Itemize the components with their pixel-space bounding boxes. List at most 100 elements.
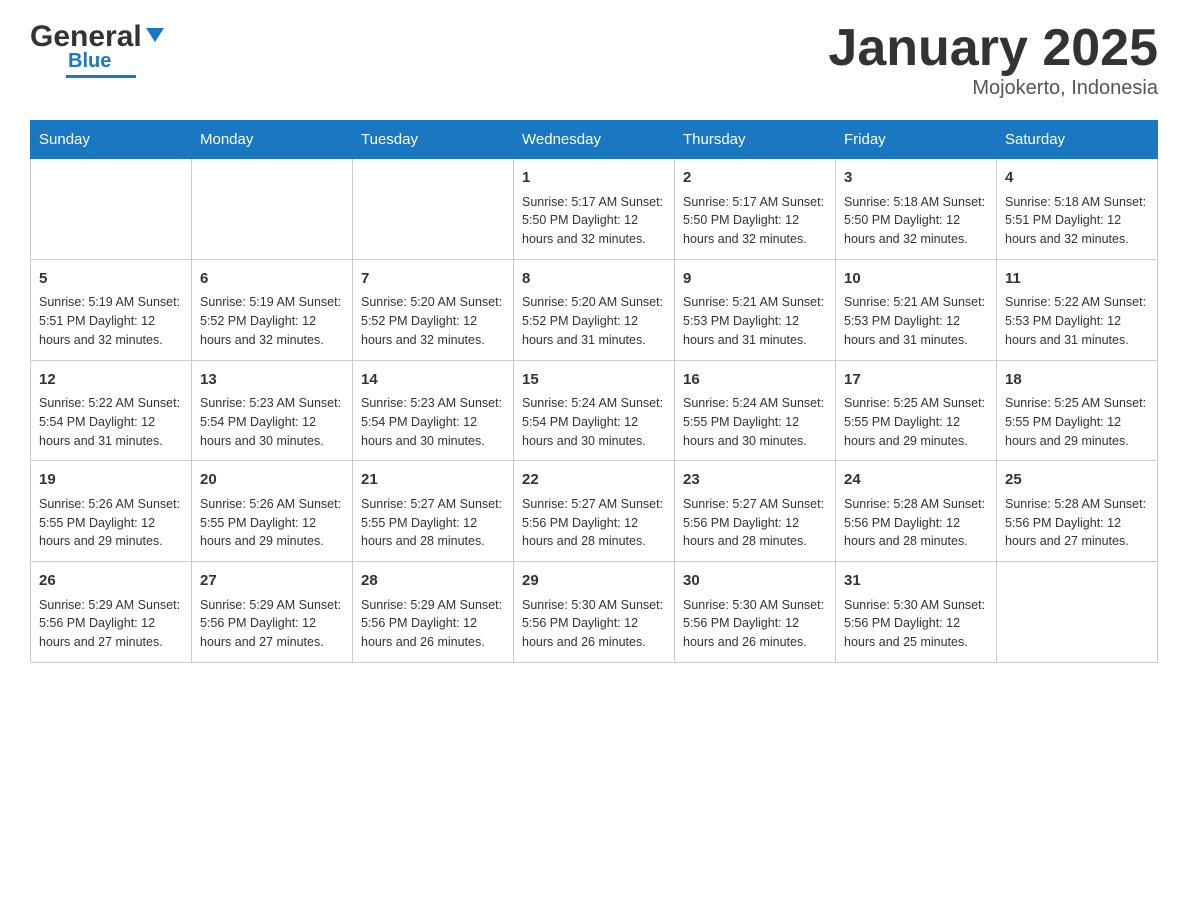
day-number: 27 [200, 570, 344, 593]
calendar-day-cell: 17Sunrise: 5:25 AM Sunset: 5:55 PM Dayli… [836, 360, 997, 461]
calendar-day-cell: 23 Sunrise: 5:27 AM Sunset: 5:56 PM Dayli… [675, 461, 836, 562]
day-number: 31 [844, 570, 988, 593]
day-info: Sunrise: 5:18 AM Sunset: 5:51 PM Dayligh… [1005, 193, 1149, 249]
day-info: Sunrise: 5:29 AM Sunset: 5:56 PM Dayligh… [361, 596, 505, 652]
calendar-day-cell: 26Sunrise: 5:29 AM Sunset: 5:56 PM Dayli… [31, 562, 192, 663]
day-number: 9 [683, 268, 827, 291]
day-info: Sunrise: 5:21 AM Sunset: 5:53 PM Dayligh… [683, 293, 827, 349]
calendar-day-cell: 5Sunrise: 5:19 AM Sunset: 5:51 PM Daylig… [31, 259, 192, 360]
calendar-day-cell: 22 Sunrise: 5:27 AM Sunset: 5:56 PM Dayli… [514, 461, 675, 562]
day-info: Sunrise: 5:30 AM Sunset: 5:56 PM Dayligh… [683, 596, 827, 652]
day-number: 26 [39, 570, 183, 593]
day-info: Sunrise: 5:26 AM Sunset: 5:55 PM Dayligh… [200, 495, 344, 551]
day-info: Sunrise: 5:29 AM Sunset: 5:56 PM Dayligh… [200, 596, 344, 652]
logo-blue-text: Blue [32, 50, 111, 73]
day-info: Sunrise: 5:28 AM Sunset: 5:56 PM Dayligh… [844, 495, 988, 551]
day-number: 5 [39, 268, 183, 291]
logo-general-text: General [30, 20, 142, 54]
calendar-day-cell: 19 Sunrise: 5:26 AM Sunset: 5:55 PM Dayli… [31, 461, 192, 562]
logo-arrow-icon [144, 24, 166, 51]
day-number: 15 [522, 369, 666, 392]
day-info: Sunrise: 5:22 AM Sunset: 5:54 PM Dayligh… [39, 394, 183, 450]
day-number: 19 [39, 469, 183, 492]
calendar-day-cell: 2 Sunrise: 5:17 AM Sunset: 5:50 PM Daylig… [675, 159, 836, 260]
day-number: 23 [683, 469, 827, 492]
day-info: Sunrise: 5:17 AM Sunset: 5:50 PM Dayligh… [522, 193, 666, 249]
page-header: General Blue January 2025 Mojokerto, Ind… [30, 20, 1158, 100]
calendar-day-header: Friday [836, 121, 997, 159]
day-info: Sunrise: 5:30 AM Sunset: 5:56 PM Dayligh… [522, 596, 666, 652]
calendar-day-cell: 6Sunrise: 5:19 AM Sunset: 5:52 PM Daylig… [192, 259, 353, 360]
day-number: 16 [683, 369, 827, 392]
calendar-day-cell: 4 Sunrise: 5:18 AM Sunset: 5:51 PM Daylig… [997, 159, 1158, 260]
calendar-day-cell [31, 159, 192, 260]
day-info: Sunrise: 5:18 AM Sunset: 5:50 PM Dayligh… [844, 193, 988, 249]
calendar-day-cell [997, 562, 1158, 663]
day-number: 11 [1005, 268, 1149, 291]
calendar-day-cell: 15Sunrise: 5:24 AM Sunset: 5:54 PM Dayli… [514, 360, 675, 461]
day-info: Sunrise: 5:27 AM Sunset: 5:56 PM Dayligh… [522, 495, 666, 551]
day-info: Sunrise: 5:28 AM Sunset: 5:56 PM Dayligh… [1005, 495, 1149, 551]
calendar-day-cell: 27 Sunrise: 5:29 AM Sunset: 5:56 PM Dayli… [192, 562, 353, 663]
day-number: 14 [361, 369, 505, 392]
calendar-day-cell: 16Sunrise: 5:24 AM Sunset: 5:55 PM Dayli… [675, 360, 836, 461]
day-number: 2 [683, 167, 827, 190]
calendar-week-row: 19 Sunrise: 5:26 AM Sunset: 5:55 PM Dayli… [31, 461, 1158, 562]
calendar-day-cell: 21 Sunrise: 5:27 AM Sunset: 5:55 PM Dayli… [353, 461, 514, 562]
day-info: Sunrise: 5:25 AM Sunset: 5:55 PM Dayligh… [844, 394, 988, 450]
calendar-week-row: 12Sunrise: 5:22 AM Sunset: 5:54 PM Dayli… [31, 360, 1158, 461]
calendar-day-cell: 25Sunrise: 5:28 AM Sunset: 5:56 PM Dayli… [997, 461, 1158, 562]
day-number: 13 [200, 369, 344, 392]
day-number: 8 [522, 268, 666, 291]
calendar-week-row: 5Sunrise: 5:19 AM Sunset: 5:51 PM Daylig… [31, 259, 1158, 360]
day-number: 1 [522, 167, 666, 190]
day-number: 4 [1005, 167, 1149, 190]
calendar-day-cell: 9Sunrise: 5:21 AM Sunset: 5:53 PM Daylig… [675, 259, 836, 360]
calendar-day-cell: 12Sunrise: 5:22 AM Sunset: 5:54 PM Dayli… [31, 360, 192, 461]
calendar-table: SundayMondayTuesdayWednesdayThursdayFrid… [30, 120, 1158, 663]
day-info: Sunrise: 5:27 AM Sunset: 5:55 PM Dayligh… [361, 495, 505, 551]
day-info: Sunrise: 5:17 AM Sunset: 5:50 PM Dayligh… [683, 193, 827, 249]
calendar-week-row: 1 Sunrise: 5:17 AM Sunset: 5:50 PM Daylig… [31, 159, 1158, 260]
day-info: Sunrise: 5:23 AM Sunset: 5:54 PM Dayligh… [200, 394, 344, 450]
day-number: 21 [361, 469, 505, 492]
day-number: 29 [522, 570, 666, 593]
calendar-day-cell: 18Sunrise: 5:25 AM Sunset: 5:55 PM Dayli… [997, 360, 1158, 461]
day-info: Sunrise: 5:20 AM Sunset: 5:52 PM Dayligh… [361, 293, 505, 349]
day-info: Sunrise: 5:26 AM Sunset: 5:55 PM Dayligh… [39, 495, 183, 551]
day-info: Sunrise: 5:24 AM Sunset: 5:55 PM Dayligh… [683, 394, 827, 450]
day-info: Sunrise: 5:30 AM Sunset: 5:56 PM Dayligh… [844, 596, 988, 652]
day-number: 20 [200, 469, 344, 492]
logo: General Blue [30, 20, 166, 78]
calendar-day-cell: 28 Sunrise: 5:29 AM Sunset: 5:56 PM Dayli… [353, 562, 514, 663]
calendar-week-row: 26 Sunrise: 5:29 AM Sunset: 5:56 PM Dayli… [31, 562, 1158, 663]
day-info: Sunrise: 5:19 AM Sunset: 5:51 PM Dayligh… [39, 293, 183, 349]
day-number: 28 [361, 570, 505, 593]
calendar-day-header: Tuesday [353, 121, 514, 159]
day-info: Sunrise: 5:20 AM Sunset: 5:52 PM Dayligh… [522, 293, 666, 349]
calendar-day-cell [353, 159, 514, 260]
day-number: 6 [200, 268, 344, 291]
calendar-day-cell [192, 159, 353, 260]
day-info: Sunrise: 5:25 AM Sunset: 5:55 PM Dayligh… [1005, 394, 1149, 450]
day-number: 17 [844, 369, 988, 392]
calendar-day-cell: 30 Sunrise: 5:30 AM Sunset: 5:56 PM Dayli… [675, 562, 836, 663]
day-info: Sunrise: 5:21 AM Sunset: 5:53 PM Dayligh… [844, 293, 988, 349]
calendar-day-header: Thursday [675, 121, 836, 159]
day-number: 22 [522, 469, 666, 492]
calendar-day-cell: 20 Sunrise: 5:26 AM Sunset: 5:55 PM Dayli… [192, 461, 353, 562]
calendar-day-header: Monday [192, 121, 353, 159]
calendar-day-cell: 24Sunrise: 5:28 AM Sunset: 5:56 PM Dayli… [836, 461, 997, 562]
calendar-header-row: SundayMondayTuesdayWednesdayThursdayFrid… [31, 121, 1158, 159]
location: Mojokerto, Indonesia [828, 77, 1158, 100]
day-info: Sunrise: 5:22 AM Sunset: 5:53 PM Dayligh… [1005, 293, 1149, 349]
day-number: 7 [361, 268, 505, 291]
calendar-day-cell: 31 Sunrise: 5:30 AM Sunset: 5:56 PM Dayli… [836, 562, 997, 663]
day-number: 18 [1005, 369, 1149, 392]
calendar-day-header: Saturday [997, 121, 1158, 159]
day-info: Sunrise: 5:27 AM Sunset: 5:56 PM Dayligh… [683, 495, 827, 551]
day-number: 30 [683, 570, 827, 593]
day-info: Sunrise: 5:24 AM Sunset: 5:54 PM Dayligh… [522, 394, 666, 450]
calendar-day-cell: 11Sunrise: 5:22 AM Sunset: 5:53 PM Dayli… [997, 259, 1158, 360]
calendar-day-header: Wednesday [514, 121, 675, 159]
